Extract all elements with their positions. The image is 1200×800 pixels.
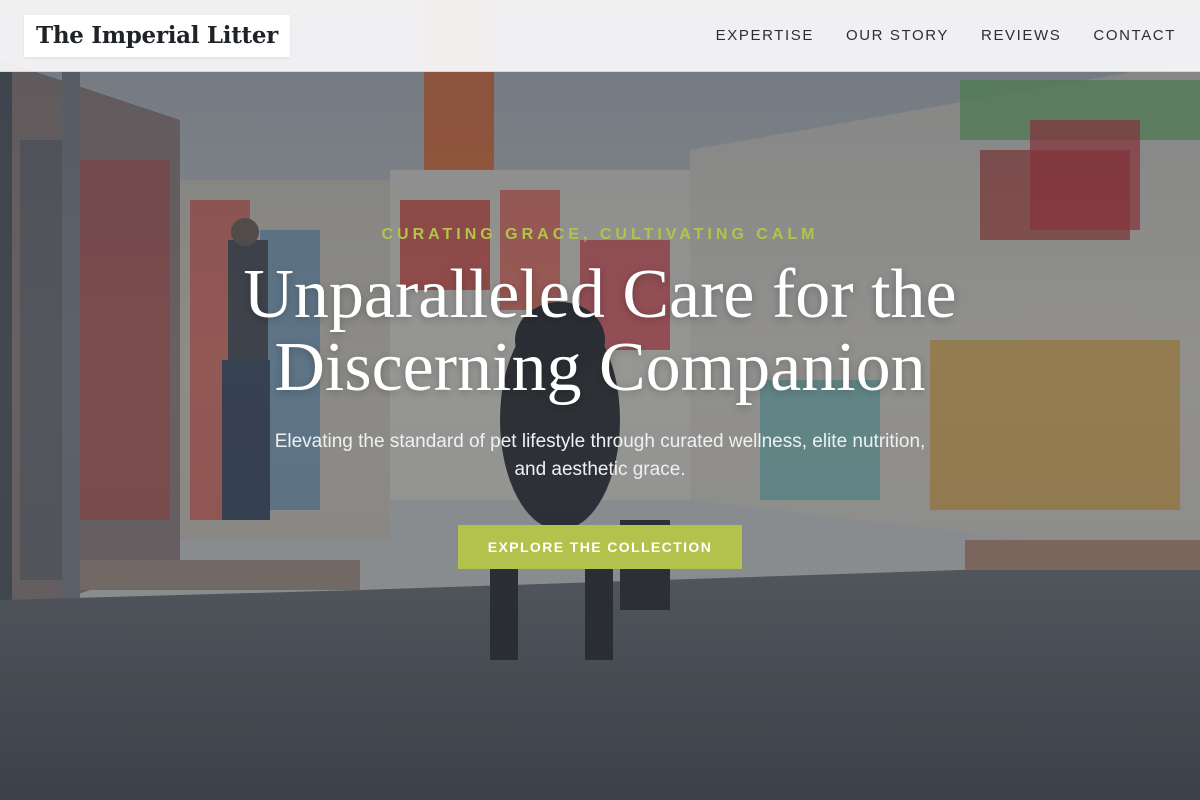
- nav-link-reviews[interactable]: REVIEWS: [981, 27, 1061, 44]
- top-navigation-bar: The Imperial Litter EXPERTISE OUR STORY …: [0, 0, 1200, 72]
- nav-link-our-story[interactable]: OUR STORY: [846, 27, 949, 44]
- main-nav: EXPERTISE OUR STORY REVIEWS CONTACT: [716, 27, 1176, 44]
- page: The Imperial Litter EXPERTISE OUR STORY …: [0, 0, 1200, 800]
- nav-link-contact[interactable]: CONTACT: [1093, 27, 1176, 44]
- explore-collection-button[interactable]: EXPLORE THE COLLECTION: [458, 525, 742, 569]
- brand-logo[interactable]: The Imperial Litter: [24, 14, 290, 57]
- nav-link-expertise[interactable]: EXPERTISE: [716, 27, 814, 44]
- hero-headline: Unparalleled Care for the Discerning Com…: [243, 256, 957, 406]
- hero-section: CURATING GRACE, CULTIVATING CALM Unparal…: [0, 226, 1200, 569]
- hero-eyebrow: CURATING GRACE, CULTIVATING CALM: [381, 226, 819, 243]
- hero-subtitle: Elevating the standard of pet lifestyle …: [274, 431, 926, 480]
